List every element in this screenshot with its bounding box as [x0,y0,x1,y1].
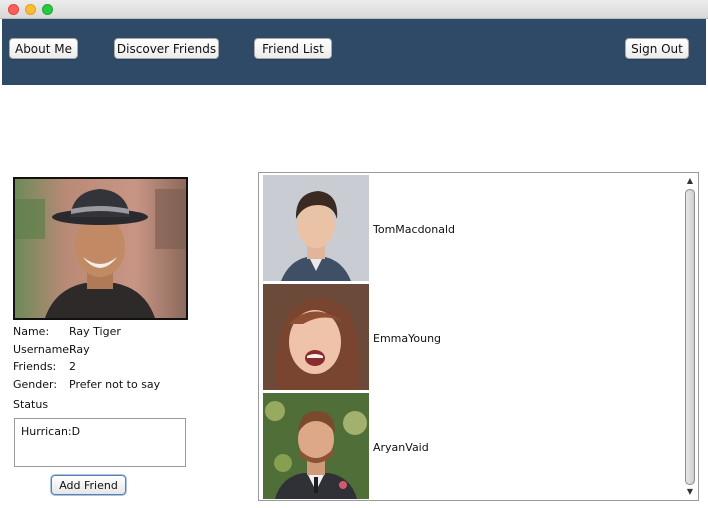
close-window-button[interactable] [8,4,19,15]
status-label: Status [13,398,49,411]
name-label: Name: [13,325,50,338]
status-text-area[interactable]: Hurrican:D [14,418,186,467]
friend-list-button[interactable]: Friend List [254,38,332,59]
friend-photo-image [263,175,369,281]
friend-name: AryanVaid [373,441,429,454]
scroll-up-arrow-icon[interactable]: ▲ [684,175,696,187]
friend-photo-image [263,284,369,390]
vertical-scrollbar[interactable]: ▲ ▼ [684,175,696,498]
friend-list-item[interactable]: AryanVaid [263,393,683,500]
profile-photo [13,177,188,320]
title-bar [0,0,708,19]
about-me-button[interactable]: About Me [9,38,78,59]
discover-friends-button[interactable]: Discover Friends [114,38,219,59]
add-friend-button[interactable]: Add Friend [51,475,126,495]
gender-label: Gender: [13,378,58,391]
friends-count-value: 2 [69,360,76,373]
gender-value: Prefer not to say [69,378,161,391]
scroll-track[interactable] [685,189,695,485]
friend-avatar [263,393,369,499]
status-text: Hurrican:D [21,425,81,438]
profile-avatar-image [15,179,186,318]
name-value: Ray Tiger [69,325,121,338]
friend-avatar [263,284,369,390]
sign-out-button[interactable]: Sign Out [625,38,689,59]
friend-list-item[interactable]: TomMacdonald [263,175,683,282]
friends-count-label: Friends: [13,360,57,373]
friend-name: TomMacdonald [373,223,456,236]
scroll-thumb[interactable] [685,189,695,485]
zoom-window-button[interactable] [42,4,53,15]
username-value: Ray [69,343,90,356]
friend-list-item[interactable]: EmmaYoung [263,284,683,391]
username-label: Username: [13,343,73,356]
friend-name: EmmaYoung [373,332,442,345]
friend-photo-image [263,393,369,499]
friend-avatar [263,175,369,281]
minimize-window-button[interactable] [25,4,36,15]
navigation-bar: About Me Discover Friends Friend List Si… [2,19,706,85]
scroll-down-arrow-icon[interactable]: ▼ [684,486,696,498]
app-window: About Me Discover Friends Friend List Si… [0,0,708,508]
friend-list-panel[interactable]: TomMacdonald EmmaYoung AryanVaid ▲ ▼ [258,172,699,501]
